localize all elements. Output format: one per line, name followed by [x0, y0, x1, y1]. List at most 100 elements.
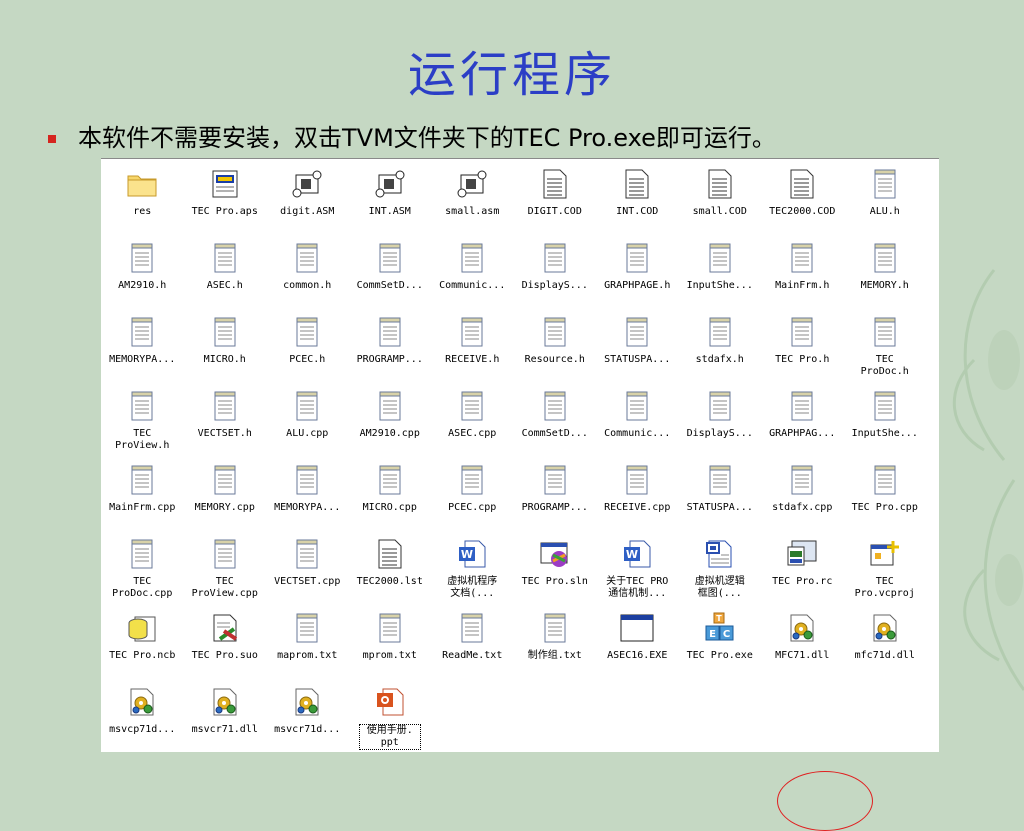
file-item-asec-cpp[interactable]: ASEC.cpp	[431, 385, 514, 459]
file-item-statuspa[interactable]: STATUSPA...	[679, 459, 762, 533]
file-item-small-cod[interactable]: small.COD	[679, 163, 762, 237]
note-file-icon[interactable]	[208, 537, 242, 571]
file-label[interactable]: TEC Pro.suo	[184, 650, 266, 662]
exe-file-icon[interactable]	[620, 611, 654, 645]
file-label[interactable]: INT.ASM	[349, 206, 431, 218]
note-file-icon[interactable]	[455, 315, 489, 349]
dll-file-icon[interactable]	[785, 611, 819, 645]
file-label[interactable]: MEMORYPA...	[266, 502, 348, 514]
note-file-icon[interactable]	[868, 241, 902, 275]
file-item-tec-pro-cpp[interactable]: TEC Pro.cpp	[844, 459, 927, 533]
file-item-alu-h[interactable]: ALU.h	[844, 163, 927, 237]
file-label[interactable]: common.h	[266, 280, 348, 292]
file-item-commsetd[interactable]: CommSetD...	[349, 237, 432, 311]
file-item-memorypa[interactable]: MEMORYPA...	[266, 459, 349, 533]
note-file-icon[interactable]	[208, 241, 242, 275]
note-file-icon[interactable]	[703, 315, 737, 349]
file-label[interactable]: msvcp71d...	[101, 724, 183, 736]
file-item-tec-pro-sln[interactable]: TEC Pro.sln	[514, 533, 597, 607]
file-label[interactable]: TEC ProDoc.h	[844, 354, 926, 378]
note-file-icon[interactable]	[290, 315, 324, 349]
file-label[interactable]: INT.COD	[596, 206, 678, 218]
file-item-memory-cpp[interactable]: MEMORY.cpp	[184, 459, 267, 533]
file-item-tec-pro-suo[interactable]: TEC Pro.suo	[184, 607, 267, 681]
file-item-tec-pro-ncb[interactable]: TEC Pro.ncb	[101, 607, 184, 681]
note-file-icon[interactable]	[538, 315, 572, 349]
file-label[interactable]: small.asm	[431, 206, 513, 218]
file-label[interactable]: InputShe...	[844, 428, 926, 440]
file-label[interactable]: TEC ProView.h	[101, 428, 183, 452]
note-file-icon[interactable]	[373, 611, 407, 645]
file-label[interactable]: ASEC.h	[184, 280, 266, 292]
file-label[interactable]: TEC2000.lst	[349, 576, 431, 588]
file-label[interactable]: 制作组.txt	[514, 650, 596, 662]
note-file-icon[interactable]	[290, 241, 324, 275]
file-item-res[interactable]: res	[101, 163, 184, 237]
file-item-item[interactable]: 虚拟机逻辑 框图(...	[679, 533, 762, 607]
note-file-icon[interactable]	[785, 389, 819, 423]
file-label[interactable]: ReadMe.txt	[431, 650, 513, 662]
file-item-stdafx-cpp[interactable]: stdafx.cpp	[761, 459, 844, 533]
file-label[interactable]: AM2910.h	[101, 280, 183, 292]
file-label[interactable]: DisplayS...	[679, 428, 761, 440]
file-item-graphpage-h[interactable]: GRAPHPAGE.h	[596, 237, 679, 311]
note-file-icon[interactable]	[373, 463, 407, 497]
file-item-digit-cod[interactable]: DIGIT.COD	[514, 163, 597, 237]
file-item-mainfrm-cpp[interactable]: MainFrm.cpp	[101, 459, 184, 533]
note-file-icon[interactable]	[208, 463, 242, 497]
file-item-graphpag[interactable]: GRAPHPAG...	[761, 385, 844, 459]
note-file-icon[interactable]	[538, 463, 572, 497]
doc-file-icon[interactable]	[373, 537, 407, 571]
note-file-icon[interactable]	[208, 389, 242, 423]
file-label[interactable]: small.COD	[679, 206, 761, 218]
asm-file-icon[interactable]	[290, 167, 324, 201]
file-item-int-asm[interactable]: INT.ASM	[349, 163, 432, 237]
note-file-icon[interactable]	[868, 167, 902, 201]
file-label[interactable]: digit.ASM	[266, 206, 348, 218]
file-label[interactable]: GRAPHPAG...	[761, 428, 843, 440]
file-item-maprom-txt[interactable]: maprom.txt	[266, 607, 349, 681]
note-file-icon[interactable]	[868, 389, 902, 423]
file-label[interactable]: PCEC.cpp	[431, 502, 513, 514]
file-label[interactable]: TEC Pro.rc	[761, 576, 843, 588]
note-file-icon[interactable]	[538, 241, 572, 275]
file-item-inputshe[interactable]: InputShe...	[844, 385, 927, 459]
file-label[interactable]: DIGIT.COD	[514, 206, 596, 218]
file-item-communic[interactable]: Communic...	[596, 385, 679, 459]
note-file-icon[interactable]	[455, 611, 489, 645]
doc-file-icon[interactable]	[620, 167, 654, 201]
file-item-mfc71d-dll[interactable]: mfc71d.dll	[844, 607, 927, 681]
note-file-icon[interactable]	[290, 537, 324, 571]
file-label[interactable]: MainFrm.h	[761, 280, 843, 292]
file-label[interactable]: TEC Pro.aps	[184, 206, 266, 218]
aps-file-icon[interactable]	[208, 167, 242, 201]
note-file-icon[interactable]	[455, 463, 489, 497]
file-item-tec-prodoc-cpp[interactable]: TEC ProDoc.cpp	[101, 533, 184, 607]
asm-file-icon[interactable]	[373, 167, 407, 201]
note-file-icon[interactable]	[290, 611, 324, 645]
file-label[interactable]: MICRO.h	[184, 354, 266, 366]
note-file-icon[interactable]	[208, 315, 242, 349]
doc-file-icon[interactable]	[785, 167, 819, 201]
file-label[interactable]: MEMORY.cpp	[184, 502, 266, 514]
file-item-vectset-h[interactable]: VECTSET.h	[184, 385, 267, 459]
file-label[interactable]: ASEC16.EXE	[596, 650, 678, 662]
file-label[interactable]: TEC ProDoc.cpp	[101, 576, 183, 600]
note-file-icon[interactable]	[455, 241, 489, 275]
file-item-int-cod[interactable]: INT.COD	[596, 163, 679, 237]
file-item-displays[interactable]: DisplayS...	[679, 385, 762, 459]
file-label[interactable]: ALU.cpp	[266, 428, 348, 440]
file-label[interactable]: ASEC.cpp	[431, 428, 513, 440]
file-item-resource-h[interactable]: Resource.h	[514, 311, 597, 385]
dll-file-icon[interactable]	[125, 685, 159, 719]
file-item-tec-proview-h[interactable]: TEC ProView.h	[101, 385, 184, 459]
file-item-digit-asm[interactable]: digit.ASM	[266, 163, 349, 237]
db-file-icon[interactable]	[125, 611, 159, 645]
file-item-small-asm[interactable]: small.asm	[431, 163, 514, 237]
file-label[interactable]: Resource.h	[514, 354, 596, 366]
file-item-item[interactable]: W 虚拟机程序 文档(...	[431, 533, 514, 607]
doc-file-icon[interactable]	[538, 167, 572, 201]
file-item-msvcr71-dll[interactable]: msvcr71.dll	[184, 681, 267, 755]
file-label[interactable]: PCEC.h	[266, 354, 348, 366]
file-label[interactable]: STATUSPA...	[679, 502, 761, 514]
